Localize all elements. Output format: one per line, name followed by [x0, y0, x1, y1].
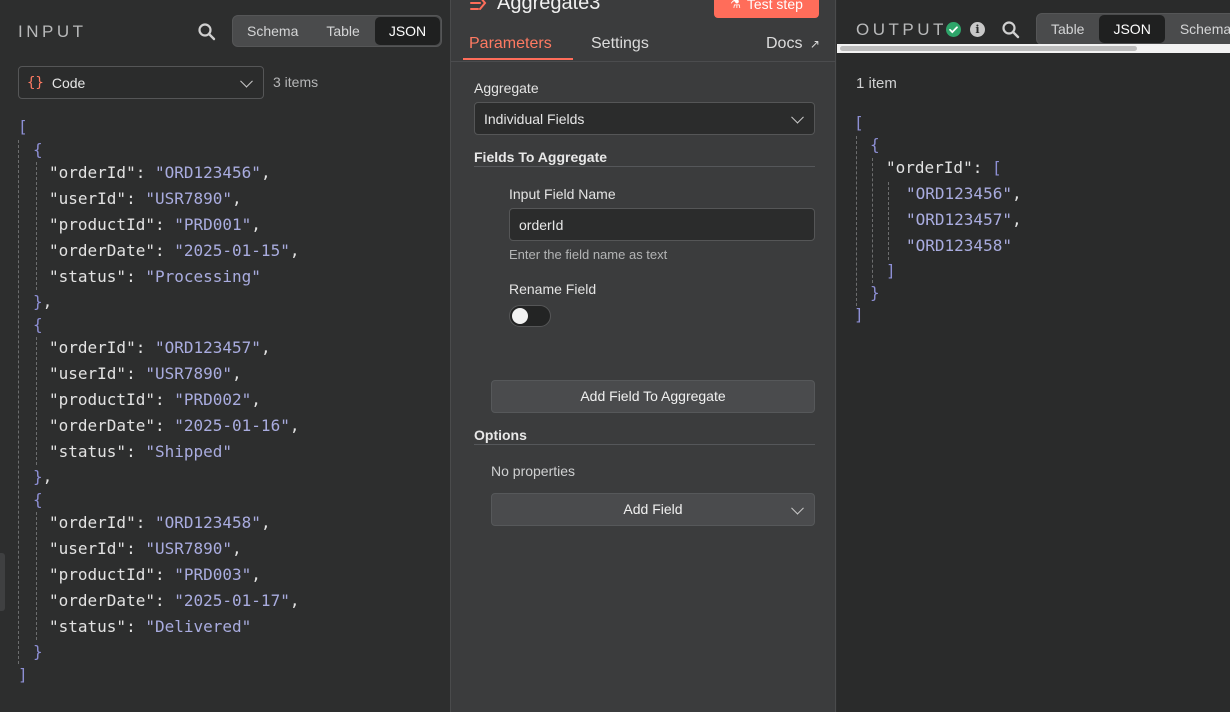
horizontal-scrollbar[interactable] [837, 44, 1230, 53]
add-field-to-aggregate-button[interactable]: Add Field To Aggregate [491, 380, 815, 413]
output-panel: OUTPUT i Table JSON Schema 1 item [ { "o… [837, 0, 1230, 712]
indent-guide [856, 136, 857, 306]
output-view-tabs: Table JSON Schema [1036, 13, 1230, 45]
tab-schema[interactable]: Schema [233, 16, 312, 46]
json-object-close: } [870, 283, 880, 302]
json-line: "orderDate": "2025-01-15", [49, 241, 300, 260]
json-object-open: { [33, 490, 43, 509]
input-field-hint: Enter the field name as text [509, 247, 668, 262]
output-title: OUTPUT [856, 20, 947, 39]
aggregate-label: Aggregate [474, 80, 539, 96]
chevron-down-icon [240, 74, 253, 88]
success-check-icon [946, 22, 961, 37]
aggregate-select-value: Individual Fields [484, 110, 585, 127]
format-select[interactable]: {} Code [18, 66, 264, 99]
tab-json[interactable]: JSON [374, 17, 441, 45]
tab-active-indicator [463, 58, 573, 60]
add-field-button[interactable]: Add Field [491, 493, 815, 526]
tab-settings[interactable]: Settings [591, 35, 649, 53]
panel-resize-handle[interactable] [0, 553, 5, 611]
tab-schema[interactable]: Schema [1166, 14, 1230, 44]
json-line: "userId": "USR7890", [49, 364, 242, 383]
indent-guide [36, 162, 37, 290]
test-step-button[interactable]: ⚗ Test step [714, 0, 819, 18]
search-icon[interactable] [1001, 20, 1021, 40]
tab-table[interactable]: Table [312, 16, 373, 46]
node-icon [469, 0, 489, 12]
indent-guide [36, 512, 37, 640]
code-icon: {} [27, 74, 44, 91]
flask-icon: ⚗ [730, 0, 741, 11]
indent-guide [18, 140, 19, 664]
fields-to-aggregate-heading: Fields To Aggregate [474, 149, 608, 165]
test-step-label: Test step [746, 0, 803, 12]
json-array-value: "ORD123458" [906, 236, 1012, 255]
json-line: "status": "Delivered" [49, 617, 252, 636]
json-object-open: { [33, 315, 43, 334]
tab-docs[interactable]: Docs ↗ [766, 35, 820, 53]
json-line: "orderDate": "2025-01-17", [49, 591, 300, 610]
json-line: "orderId": "ORD123457", [49, 338, 271, 357]
rename-field-toggle[interactable] [509, 305, 551, 327]
json-array-close: ] [886, 261, 896, 280]
json-line: "userId": "USR7890", [49, 539, 242, 558]
indent-guide [36, 337, 37, 465]
json-open-bracket: [ [854, 113, 864, 132]
info-icon[interactable]: i [970, 22, 985, 37]
json-object-open: { [33, 140, 43, 159]
json-object-open: { [870, 135, 880, 154]
json-line: "status": "Shipped" [49, 442, 233, 461]
toggle-knob [512, 308, 528, 324]
format-select-value: Code [51, 74, 86, 91]
input-item-count: 3 items [273, 74, 319, 90]
input-field-name-label: Input Field Name [509, 186, 616, 202]
json-object-close: } [33, 642, 43, 661]
json-line: "orderId": "ORD123456", [49, 163, 271, 182]
output-item-count: 1 item [856, 75, 897, 92]
chevron-down-icon [791, 501, 804, 515]
json-line: "productId": "PRD002", [49, 390, 261, 409]
json-line: "orderId": "ORD123458", [49, 513, 271, 532]
json-line: "orderDate": "2025-01-16", [49, 416, 300, 435]
tab-json[interactable]: JSON [1099, 15, 1165, 43]
json-line: "status": "Processing" [49, 267, 261, 286]
search-icon[interactable] [197, 22, 217, 42]
json-line: "userId": "USR7890", [49, 189, 242, 208]
docs-label: Docs [766, 35, 803, 52]
chevron-down-icon [791, 110, 804, 124]
node-parameters-panel: Aggregate3 ⚗ Test step Parameters Settin… [450, 0, 836, 712]
indent-guide [888, 182, 889, 260]
options-heading: Options [474, 427, 527, 443]
tab-table[interactable]: Table [1037, 14, 1098, 44]
json-array-value: "ORD123457", [906, 210, 1022, 229]
no-properties-text: No properties [491, 463, 576, 479]
json-line: "productId": "PRD003", [49, 565, 261, 584]
input-field-name-input[interactable] [509, 208, 815, 241]
section-divider [474, 166, 815, 167]
scrollbar-thumb[interactable] [840, 46, 1137, 51]
node-title: Aggregate3 [497, 0, 601, 14]
aggregate-select[interactable]: Individual Fields [474, 102, 815, 135]
tabs-divider [451, 61, 836, 62]
section-divider [474, 444, 815, 445]
json-close-bracket: ] [18, 665, 28, 684]
add-field-label: Add Field [623, 501, 683, 517]
json-array-value: "ORD123456", [906, 184, 1022, 203]
input-panel: INPUT Schema Table JSON {} Code 3 items … [0, 0, 450, 712]
external-link-icon: ↗ [809, 37, 820, 51]
json-close-bracket: ] [854, 305, 864, 324]
tab-parameters[interactable]: Parameters [469, 35, 552, 53]
json-open-bracket: [ [18, 117, 28, 136]
input-title: INPUT [18, 22, 87, 41]
rename-field-label: Rename Field [509, 281, 597, 297]
input-view-tabs: Schema Table JSON [232, 15, 443, 47]
json-line: "orderId": [ [886, 158, 1002, 177]
json-line: "productId": "PRD001", [49, 215, 261, 234]
indent-guide [872, 158, 873, 283]
